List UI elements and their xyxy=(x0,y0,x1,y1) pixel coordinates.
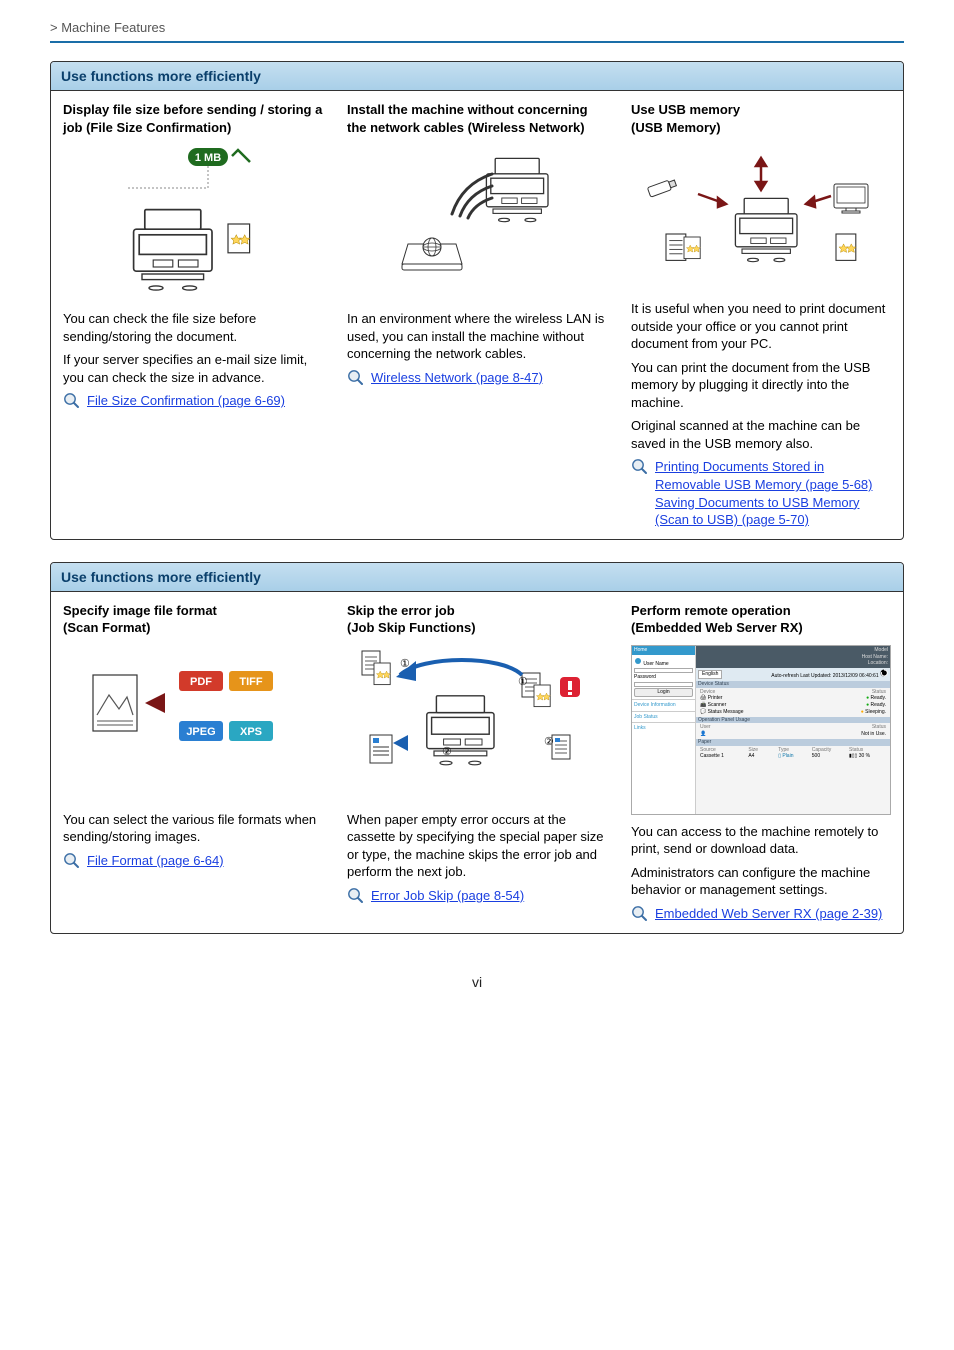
page-number: vi xyxy=(50,974,904,990)
box2-col2-title: Skip the error job (Job Skip Functions) xyxy=(347,602,607,637)
box1-col3-p1: It is useful when you need to print docu… xyxy=(631,300,891,353)
magnifier-icon xyxy=(631,458,649,476)
feature-box-2: Use functions more efficiently Specify i… xyxy=(50,562,904,934)
illus-wireless xyxy=(347,144,607,304)
box1-header: Use functions more efficiently xyxy=(51,62,903,91)
illus-usb xyxy=(631,144,891,294)
box1-col1: Display file size before sending / stori… xyxy=(51,91,335,539)
box2-col3-p2: Administrators can configure the machine… xyxy=(631,864,891,899)
feature-box-1: Use functions more efficiently Display f… xyxy=(50,61,904,540)
magnifier-icon xyxy=(347,369,365,387)
box1-col1-title: Display file size before sending / stori… xyxy=(63,101,323,136)
box1-col1-p1: You can check the file size before sendi… xyxy=(63,310,323,345)
box2-col2: Skip the error job (Job Skip Functions) … xyxy=(335,592,619,933)
box2-col3-title: Perform remote operation (Embedded Web S… xyxy=(631,602,891,637)
link-filesize-confirmation[interactable]: File Size Confirmation (page 6-69) xyxy=(87,392,285,410)
svg-text:JPEG: JPEG xyxy=(186,726,215,738)
box1-col3: Use USB memory (USB Memory) xyxy=(619,91,903,539)
svg-text:①: ① xyxy=(518,676,528,688)
illus-filesize: 1 MB xyxy=(63,144,323,304)
box1-col3-p2: You can print the document from the USB … xyxy=(631,359,891,412)
link-print-usb[interactable]: Printing Documents Stored in Removable U… xyxy=(655,459,872,492)
svg-text:②: ② xyxy=(544,736,554,748)
embedded-web-server-screenshot: Home User Name Password Login Device Inf… xyxy=(631,645,891,815)
header-rule xyxy=(50,41,904,43)
magnifier-icon xyxy=(63,392,81,410)
magnifier-icon xyxy=(63,852,81,870)
box2-col1-title: Specify image file format (Scan Format) xyxy=(63,602,323,637)
link-file-format[interactable]: File Format (page 6-64) xyxy=(87,852,224,870)
link-save-usb[interactable]: Saving Documents to USB Memory (Scan to … xyxy=(655,495,859,528)
box2-col2-p1: When paper empty error occurs at the cas… xyxy=(347,811,607,881)
svg-text:XPS: XPS xyxy=(240,726,262,738)
box1-col2: Install the machine without concerning t… xyxy=(335,91,619,539)
svg-text:TIFF: TIFF xyxy=(239,676,262,688)
link-error-job-skip[interactable]: Error Job Skip (page 8-54) xyxy=(371,887,524,905)
refresh-icon[interactable] xyxy=(880,669,888,677)
magnifier-icon xyxy=(347,887,365,905)
magnifier-icon xyxy=(631,905,649,923)
box2-col3: Perform remote operation (Embedded Web S… xyxy=(619,592,903,933)
login-button[interactable]: Login xyxy=(634,688,693,697)
breadcrumb: > Machine Features xyxy=(50,20,904,35)
illus-fileformat: PDF TIFF JPEG XPS xyxy=(63,645,323,805)
svg-text:PDF: PDF xyxy=(190,676,212,688)
box1-col2-p1: In an environment where the wireless LAN… xyxy=(347,310,607,363)
link-embedded-web-server[interactable]: Embedded Web Server RX (page 2-39) xyxy=(655,905,882,923)
box1-col2-title: Install the machine without concerning t… xyxy=(347,101,607,136)
box1-col3-title: Use USB memory (USB Memory) xyxy=(631,101,891,136)
svg-text:1 MB: 1 MB xyxy=(195,152,221,164)
box1-col3-p3: Original scanned at the machine can be s… xyxy=(631,417,891,452)
svg-text:②: ② xyxy=(442,746,452,758)
box1-col1-p2: If your server specifies an e-mail size … xyxy=(63,351,323,386)
box2-col1: Specify image file format (Scan Format) … xyxy=(51,592,335,933)
box2-col3-p1: You can access to the machine remotely t… xyxy=(631,823,891,858)
box2-col1-p1: You can select the various file formats … xyxy=(63,811,323,846)
link-wireless-network[interactable]: Wireless Network (page 8-47) xyxy=(371,369,543,387)
illus-jobskip: ① ① xyxy=(347,645,607,805)
box2-header: Use functions more efficiently xyxy=(51,563,903,592)
